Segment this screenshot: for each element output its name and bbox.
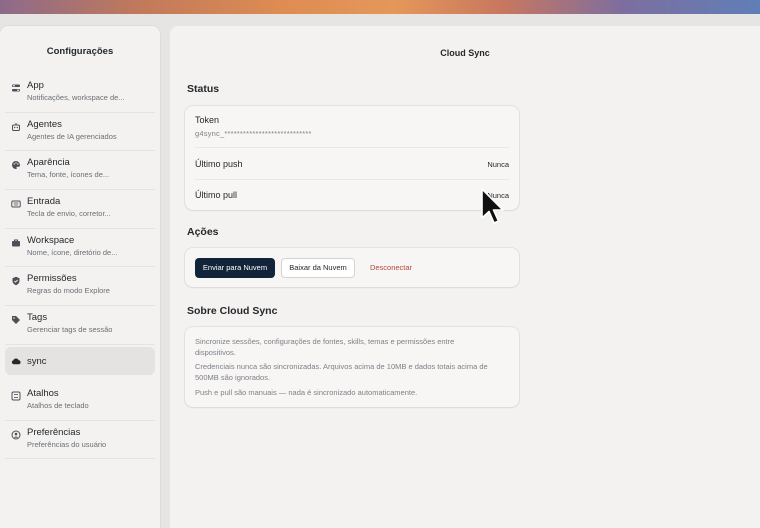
- sidebar-item-label: Aparência: [27, 157, 70, 169]
- last-push-label: Último push: [195, 159, 243, 169]
- pull-from-cloud-button[interactable]: Baixar da Nuvem: [281, 258, 355, 278]
- about-paragraph: Sincronize sessões, configurações de fon…: [195, 337, 455, 357]
- sidebar-item-label: Agentes: [27, 118, 62, 130]
- sidebar-item-app[interactable]: App Notificações, workspace de...: [5, 74, 155, 113]
- palette-icon: [11, 160, 21, 170]
- cloud-icon: [11, 356, 21, 366]
- about-card: Sincronize sessões, configurações de fon…: [185, 327, 519, 407]
- last-push-value: Nunca: [487, 160, 509, 169]
- sidebar-item-sub: Preferências do usuário: [27, 439, 107, 449]
- shield-icon: [11, 276, 21, 286]
- sidebar-item-workspace[interactable]: Workspace Nome, ícone, diretório de...: [5, 229, 155, 268]
- sidebar-item-aparencia[interactable]: Aparência Tema, fonte, ícones de...: [5, 151, 155, 191]
- sidebar-item-sub: Atalhos de teclado: [27, 400, 89, 410]
- sidebar: Configurações App Notificações, workspac…: [0, 26, 160, 528]
- shortcut-icon: [11, 391, 21, 401]
- sidebar-item-sub: Nome, ícone, diretório de...: [27, 247, 118, 257]
- sidebar-item-agentes[interactable]: Agentes Agentes de IA gerenciados: [5, 113, 155, 152]
- sidebar-item-sub: Notificações, workspace de...: [27, 93, 125, 102]
- page-title: Cloud Sync: [440, 48, 490, 58]
- actions-card: Enviar para Nuvem Baixar da Nuvem Descon…: [185, 248, 519, 287]
- about-paragraph: Push e pull são manuais — nada é sincron…: [195, 388, 418, 397]
- status-card: Token g4sync_***************************…: [185, 106, 519, 210]
- sidebar-item-entrada[interactable]: Entrada Tecla de envio, corretor...: [5, 190, 155, 229]
- last-pull-row: Último pull Nunca: [185, 180, 519, 210]
- sidebar-item-label: Workspace: [27, 234, 75, 246]
- briefcase-icon: [11, 238, 21, 248]
- sidebar-item-label: Preferências: [27, 426, 81, 438]
- user-icon: [11, 430, 21, 440]
- app-icon: [11, 83, 21, 93]
- token-value: g4sync_****************************: [195, 129, 312, 138]
- sidebar-item-label: sync: [27, 355, 47, 367]
- sidebar-item-sub: Tecla de envio, corretor...: [27, 209, 111, 219]
- sidebar-item-preferencias[interactable]: Preferências Preferências do usuário: [5, 421, 155, 460]
- sidebar-item-tags[interactable]: Tags Gerenciar tags de sessão: [5, 306, 155, 345]
- agents-icon: [11, 122, 21, 132]
- last-pull-label: Último pull: [195, 190, 238, 200]
- token-label: Token: [195, 115, 220, 125]
- sidebar-item-sync[interactable]: sync: [5, 346, 155, 375]
- sidebar-nav: App Notificações, workspace de... Agente…: [0, 74, 160, 460]
- sidebar-item-label: Tags: [27, 312, 48, 324]
- actions-heading: Ações: [187, 226, 219, 238]
- sidebar-item-label: Permissões: [27, 273, 77, 285]
- sidebar-item-sub: Tema, fonte, ícones de...: [27, 170, 110, 180]
- last-push-row: Último push Nunca: [185, 148, 519, 178]
- about-heading: Sobre Cloud Sync: [187, 305, 278, 317]
- sidebar-item-label: Atalhos: [27, 387, 59, 399]
- keyboard-icon: [11, 199, 21, 209]
- main-panel: Cloud Sync Status Token g4sync_*********…: [170, 26, 760, 528]
- sidebar-item-label: App: [27, 80, 44, 91]
- status-heading: Status: [187, 83, 220, 95]
- sidebar-item-permissoes[interactable]: Permissões Regras do modo Explore: [5, 267, 155, 307]
- about-paragraph: Credenciais nunca são sincronizadas. Arq…: [195, 362, 488, 382]
- push-to-cloud-button[interactable]: Enviar para Nuvem: [195, 258, 275, 278]
- settings-window: Configurações App Notificações, workspac…: [0, 14, 760, 528]
- token-row: Token g4sync_***************************…: [185, 106, 519, 146]
- sidebar-item-sub: Regras do modo Explore: [27, 286, 110, 296]
- sidebar-item-label: Entrada: [27, 196, 61, 208]
- sidebar-title: Configurações: [46, 46, 114, 57]
- mouse-pointer-icon: [481, 188, 504, 224]
- sidebar-item-atalhos[interactable]: Atalhos Atalhos de teclado: [5, 382, 155, 421]
- tag-icon: [11, 315, 21, 325]
- sidebar-item-sub: Agentes de IA gerenciados: [27, 131, 117, 141]
- sidebar-item-sub: Gerenciar tags de sessão: [27, 325, 113, 335]
- disconnect-button[interactable]: Desconectar: [361, 258, 421, 278]
